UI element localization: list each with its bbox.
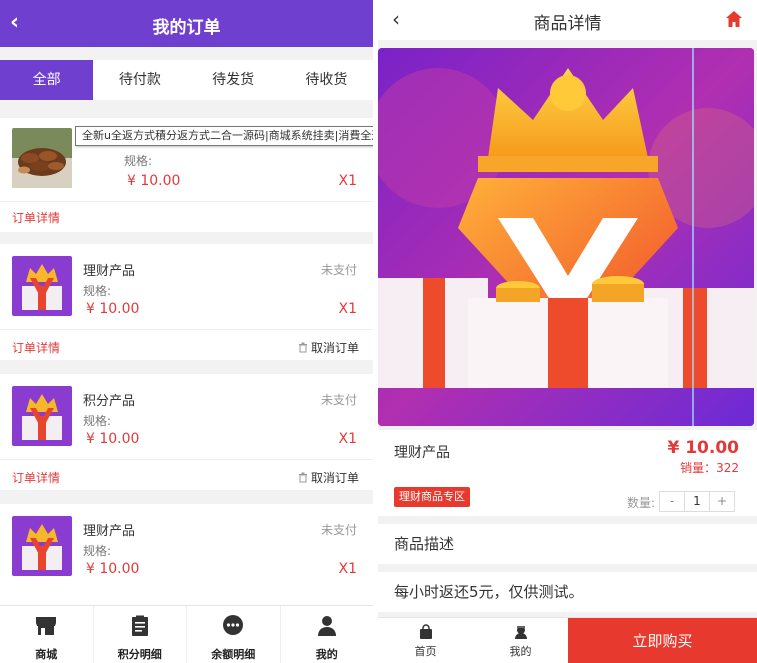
product-info: 理财产品 ¥ 10.00 销量：322 理财商品专区 数量: - 1 + <box>378 430 757 516</box>
tab-pending-receipt[interactable]: 待收货 <box>280 60 373 100</box>
order-price: ¥ 10.00 <box>86 301 140 317</box>
order-detail-link[interactable]: 订单详情 <box>12 339 60 356</box>
quantity-stepper: - 1 + <box>659 491 735 512</box>
order-status: 未支付 <box>320 263 357 277</box>
order-detail-link[interactable]: 订单详情 <box>12 209 60 226</box>
orders-header: ‹ 我的订单 <box>0 0 373 47</box>
nav-points-detail[interactable]: 积分明细 <box>94 606 187 663</box>
order-status: 未支付 <box>320 393 357 407</box>
page-title: 我的订单 <box>152 18 221 38</box>
decrease-button[interactable]: - <box>660 492 684 511</box>
order-quantity: X1 <box>338 301 358 317</box>
buy-now-button[interactable]: 立即购买 <box>568 618 757 663</box>
nav-label: 首页 <box>414 645 437 658</box>
spec-label: 规格: <box>124 154 153 168</box>
product-thumbnail[interactable] <box>12 386 72 446</box>
order-tabs: 全部 待付款 待发货 待收货 <box>0 60 373 100</box>
trash-icon <box>298 342 307 353</box>
page-title: 商品详情 <box>533 14 602 34</box>
store-icon <box>36 617 57 635</box>
tab-pending-shipment[interactable]: 待发货 <box>187 60 280 100</box>
bottom-nav: 商城 积分明细 余额明细 我的 <box>0 605 373 663</box>
product-name: 理财产品 <box>394 445 450 461</box>
order-product-name: 理财产品 <box>83 524 136 539</box>
order-product-name: 理财产品 <box>83 264 136 279</box>
spec-label: 规格: <box>83 544 112 558</box>
order-card: 理财产品 未支付 规格: ¥ 10.00 X1 <box>0 504 373 614</box>
order-price: ¥ 10.00 <box>127 173 181 189</box>
nav-label: 商城 <box>35 648 58 661</box>
product-banner-image <box>378 48 754 426</box>
nav-label: 我的 <box>509 645 532 658</box>
order-quantity: X1 <box>338 431 358 447</box>
spec-label: 规格: <box>83 414 112 428</box>
cancel-order-button[interactable]: 取消订单 <box>298 469 359 486</box>
nav-mine[interactable]: 我的 <box>281 606 374 663</box>
order-price: ¥ 10.00 <box>86 431 140 447</box>
trash-icon <box>298 472 307 483</box>
divider <box>0 201 373 202</box>
nav-label: 余额明细 <box>211 648 256 661</box>
description-heading: 商品描述 <box>378 524 757 564</box>
nav-mall[interactable]: 商城 <box>0 606 94 663</box>
product-detail-screen: ‹ 商品详情 理财产品 ¥ 10.00 销量：322 理财商品专区 数量: - … <box>378 0 757 663</box>
nav-balance-detail[interactable]: 余额明细 <box>187 606 281 663</box>
tab-all[interactable]: 全部 <box>0 60 94 100</box>
product-price: ¥ 10.00 <box>667 438 739 458</box>
nav-label: 我的 <box>315 648 338 661</box>
chat-bubble-icon <box>223 615 244 635</box>
product-thumbnail[interactable] <box>12 256 72 316</box>
order-detail-link[interactable]: 订单详情 <box>12 469 60 486</box>
user-avatar-icon <box>514 626 527 639</box>
user-icon <box>317 616 336 636</box>
nav-mine[interactable]: 我的 <box>473 618 568 663</box>
nav-label: 积分明细 <box>117 648 162 661</box>
order-card: 积分产品 未支付 规格: ¥ 10.00 X1 订单详情 取消订单 <box>0 374 373 490</box>
quantity-input[interactable]: 1 <box>684 492 710 511</box>
cancel-order-button[interactable]: 取消订单 <box>298 339 359 356</box>
bag-icon <box>419 624 432 639</box>
divider <box>0 459 373 460</box>
increase-button[interactable]: + <box>710 492 734 511</box>
sales-count: 销量：322 <box>680 461 739 475</box>
cancel-order-label: 取消订单 <box>310 341 359 355</box>
order-product-name: 积分产品 <box>83 394 136 409</box>
tooltip: 全新u全返方式積分返方式二合一源码|商城系统挂卖|消費全返无错版经营版 <box>75 126 373 146</box>
nav-home[interactable]: 首页 <box>378 618 473 663</box>
spec-label: 规格: <box>83 284 112 298</box>
order-price: ¥ 10.00 <box>86 561 140 577</box>
orders-screen: ‹ 我的订单 全部 待付款 待发货 待收货 全新u全返方式積分返方式二合一源码|… <box>0 0 373 663</box>
home-icon[interactable] <box>725 10 743 28</box>
quantity-label: 数量: <box>626 496 655 510</box>
description-text: 每小时返还5元，仅供测试。 <box>378 572 757 612</box>
product-thumbnail[interactable] <box>12 516 72 576</box>
divider <box>0 329 373 330</box>
cancel-order-label: 取消订单 <box>310 471 359 485</box>
detail-header: ‹ 商品详情 <box>378 0 757 40</box>
order-quantity: X1 <box>338 173 358 189</box>
order-card: 理财产品 未支付 规格: ¥ 10.00 X1 订单详情 取消订单 <box>0 244 373 360</box>
product-thumbnail[interactable] <box>12 128 72 188</box>
tab-pending-payment[interactable]: 待付款 <box>93 60 186 100</box>
clipboard-icon <box>131 615 148 636</box>
order-quantity: X1 <box>338 561 358 577</box>
detail-bottom-bar: 首页 我的 立即购买 <box>378 617 757 663</box>
order-status: 未支付 <box>320 523 357 537</box>
category-badge[interactable]: 理财商品专区 <box>394 487 470 507</box>
